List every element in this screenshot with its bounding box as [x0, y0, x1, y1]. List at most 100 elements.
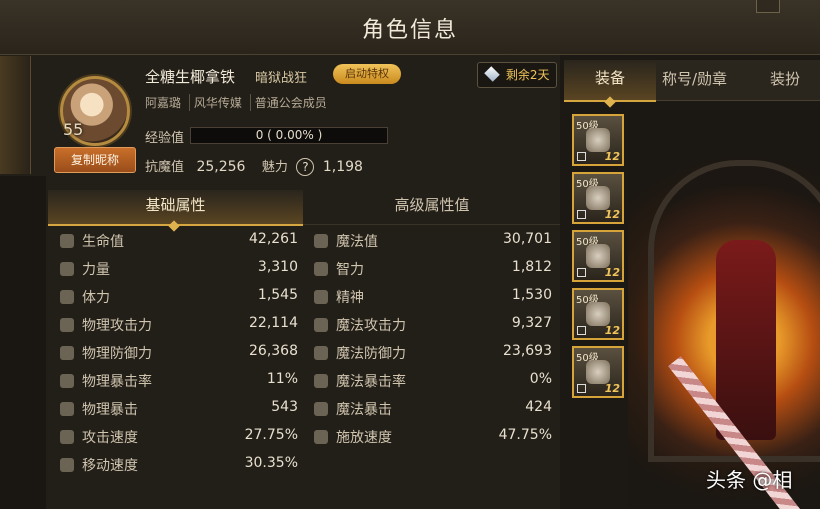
stat-right: 魔法暴击率 — [314, 371, 406, 391]
sword-icon — [60, 318, 74, 332]
stat-right: 魔法防御力 — [314, 343, 406, 363]
resist-charm-row: 抗魔值 25,256 魅力 ? 1,198 — [145, 156, 363, 176]
remaining-time-badge: 剩余2天 — [477, 62, 557, 88]
stat-label: 体力 — [82, 290, 110, 306]
stat-row: 移动速度 30.35% — [48, 450, 560, 478]
crosshair-icon — [60, 374, 74, 388]
armor-piece-icon — [586, 186, 610, 210]
lock-icon — [577, 210, 586, 219]
stat-row: 攻击速度 27.75% 施放速度 47.75% — [48, 422, 560, 450]
orb-icon — [314, 374, 328, 388]
slot-quality: 12 — [604, 266, 620, 279]
equipment-slot[interactable]: 50级 12 — [572, 346, 624, 398]
lock-icon — [577, 326, 586, 335]
lock-icon — [577, 268, 586, 277]
lock-icon — [577, 384, 586, 393]
stat-left: 攻击速度 — [60, 427, 138, 447]
stat-label: 魔法暴击 — [336, 402, 392, 418]
yin-yang-icon — [314, 346, 328, 360]
stat-row: 物理攻击力 22,114 魔法攻击力 9,327 — [48, 310, 560, 338]
stat-value: 1,812 — [511, 259, 552, 275]
stat-value: 27.75% — [244, 427, 298, 443]
orb-icon — [314, 402, 328, 416]
diamond-icon — [484, 66, 500, 82]
stat-row: 物理暴击率 11% 魔法暴击率 0% — [48, 366, 560, 394]
stat-label: 魔法值 — [336, 234, 378, 250]
character-tags: 阿嘉璐 风华传媒 普通公会成员 — [145, 94, 331, 111]
stat-right: 魔法暴击 — [314, 399, 392, 419]
body-icon — [60, 290, 74, 304]
heart-outline-icon — [314, 234, 328, 248]
remaining-text: 剩余2天 — [505, 68, 550, 82]
stat-label: 移动速度 — [82, 458, 138, 474]
close-tab[interactable] — [756, 0, 780, 13]
avatar: 55 — [60, 76, 130, 146]
charm-value: 1,198 — [322, 159, 363, 175]
stat-row: 体力 1,545 精神 1,530 — [48, 282, 560, 310]
boot-icon — [60, 458, 74, 472]
privilege-button[interactable]: 启动特权 — [333, 64, 401, 84]
fist-icon — [314, 430, 328, 444]
stat-value: 424 — [525, 399, 552, 415]
equipment-slot[interactable]: 50级 12 — [572, 172, 624, 224]
window-title: 角色信息 — [361, 18, 458, 43]
stat-right: 智力 — [314, 259, 364, 279]
tab-equipment[interactable]: 装备 — [564, 60, 656, 108]
help-icon[interactable]: ? — [296, 158, 315, 176]
stat-left: 移动速度 — [60, 455, 138, 475]
exp-label: 经验值 — [145, 131, 185, 146]
stat-right: 精神 — [314, 287, 364, 307]
tab-basic-stats[interactable]: 基础属性 — [48, 190, 303, 232]
stat-label: 生命值 — [82, 234, 124, 250]
equipment-slot[interactable]: 50级 12 — [572, 230, 624, 282]
stat-value: 42,261 — [249, 231, 298, 247]
stats-grid: 生命值 42,261 魔法值 30,701 力量 3,310 智力 1,812 … — [48, 226, 560, 478]
left-edge-strip — [0, 176, 46, 509]
slot-quality: 12 — [604, 324, 620, 337]
stat-left: 物理攻击力 — [60, 315, 152, 335]
stat-value: 543 — [271, 399, 298, 415]
equipment-slot[interactable]: 50级 12 — [572, 288, 624, 340]
armor-piece-icon — [586, 244, 610, 268]
charm-label: 魅力 — [261, 160, 288, 175]
tab-titles-medals[interactable]: 称号/勋章 — [662, 68, 727, 89]
character-name: 全糖生椰拿铁 — [145, 68, 236, 86]
left-edge-tab[interactable] — [0, 56, 31, 174]
copy-nickname-button[interactable]: 复制昵称 — [54, 147, 136, 173]
tab-equipment-label: 装备 — [594, 69, 625, 87]
stat-label: 物理防御力 — [82, 346, 152, 362]
tab-advanced-stats[interactable]: 高级属性值 — [304, 190, 560, 224]
lock-icon — [577, 152, 586, 161]
stat-row: 物理暴击 543 魔法暴击 424 — [48, 394, 560, 422]
stat-value: 26,368 — [249, 343, 298, 359]
stat-value: 0% — [529, 371, 552, 387]
slot-quality: 12 — [604, 382, 620, 395]
stat-left: 物理暴击率 — [60, 371, 152, 391]
stat-right: 施放速度 — [314, 427, 392, 447]
crosshair-icon — [60, 402, 74, 416]
stat-left: 物理防御力 — [60, 343, 152, 363]
level-badge: 55 — [63, 120, 84, 139]
armor-piece-icon — [586, 302, 610, 326]
stat-value: 23,693 — [503, 343, 552, 359]
guild-tag: 风华传媒 — [188, 94, 246, 111]
heart-icon — [60, 234, 74, 248]
slot-quality: 12 — [604, 208, 620, 221]
arm-icon — [60, 262, 74, 276]
title-bar: 角色信息 — [0, 0, 820, 55]
exp-bar: 0 ( 0.00% ) — [190, 127, 388, 144]
armor-piece-icon — [586, 128, 610, 152]
stat-label: 魔法攻击力 — [336, 318, 406, 334]
exp-bar-text: 0 ( 0.00% ) — [255, 128, 323, 142]
stat-label: 魔法暴击率 — [336, 374, 406, 390]
tab-costume[interactable]: 装扮 — [770, 68, 800, 89]
crossed-wands-icon — [314, 262, 328, 276]
stat-label: 精神 — [336, 290, 364, 306]
equipment-slot[interactable]: 50级 12 — [572, 114, 624, 166]
stat-value: 30,701 — [503, 231, 552, 247]
stat-label: 魔法防御力 — [336, 346, 406, 362]
stat-label: 物理暴击率 — [82, 374, 152, 390]
stat-label: 施放速度 — [336, 430, 392, 446]
stat-left: 物理暴击 — [60, 399, 138, 419]
resist-label: 抗魔值 — [145, 160, 185, 175]
